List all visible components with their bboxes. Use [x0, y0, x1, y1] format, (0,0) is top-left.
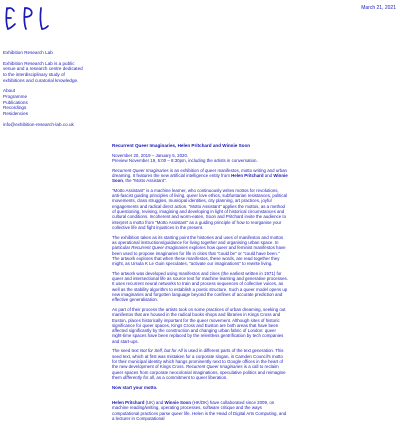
- article-title: Recurrent Queer Imaginaries, Helen Pritc…: [112, 143, 251, 148]
- event-dates: November 20, 2019 – January 5, 2020. Pre…: [112, 153, 288, 164]
- bio-name-pritchard: Helen Pritchard: [112, 399, 145, 405]
- paragraph-seed-text: The seed text Not for Self, but for All …: [112, 348, 288, 380]
- nav-residencies[interactable]: Residencies: [3, 111, 83, 117]
- event-date-range: November 20, 2019 – January 5, 2020.: [112, 152, 189, 158]
- main-nav: About Programme Publications Recordings …: [3, 88, 83, 116]
- bio-text: (UK) and: [144, 399, 165, 405]
- artist-name-pritchard: Helen Pritchard: [231, 172, 264, 178]
- lab-description: Exhibition Research Lab is a public venu…: [3, 60, 83, 83]
- email-link[interactable]: info@exhibition-research-lab.co.uk: [3, 122, 83, 128]
- date-label: March 21, 2021: [361, 5, 396, 11]
- call-to-action: Now start your motto.: [112, 384, 158, 390]
- bio-name-soon: Winnie Soon: [164, 399, 192, 405]
- sidebar: Exhibition Research Lab Exhibition Resea…: [3, 50, 83, 127]
- article: Recurrent Queer Imaginaries, Helen Pritc…: [112, 143, 288, 425]
- seed-text-title: Not for Self, but for All: [139, 348, 183, 354]
- intro-end: , the "Motto Assistant".: [122, 178, 167, 184]
- paragraph-urban-dreaming: As part of their process the artists too…: [112, 306, 286, 344]
- paragraph-method: The artwork was developed using manifest…: [112, 270, 288, 303]
- paragraph-motto-assistant: "Motto Assistant" is a machine learner, …: [112, 187, 287, 230]
- paragraph-manifestos: The exhibition takes as its starting poi…: [112, 235, 288, 267]
- intro-and: and: [263, 172, 274, 178]
- seed-text-end: , as a commitment to queer liberation.: [153, 374, 228, 380]
- lab-name: Exhibition Research Lab: [3, 50, 53, 55]
- event-preview: Preview November 19, 5:00 – 8:30pm, incl…: [112, 157, 258, 163]
- intro-paragraph: Recurrent Queer Imaginaries is an exhibi…: [112, 168, 288, 184]
- seed-text-intro: The seed text: [112, 348, 140, 354]
- manifestos-title: Recurrent Queer Imaginaries: [131, 245, 188, 251]
- intro-title: Recurrent Queer Imaginaries: [112, 167, 169, 173]
- artist-bio: Helen Pritchard (UK) and Winnie Soon (HK…: [112, 400, 288, 421]
- seed-text-emphasis: differently for all: [122, 374, 154, 380]
- seed-text-work-title: Recurrent Queer Imaginaries: [185, 364, 243, 370]
- epl-logo[interactable]: [3, 4, 51, 32]
